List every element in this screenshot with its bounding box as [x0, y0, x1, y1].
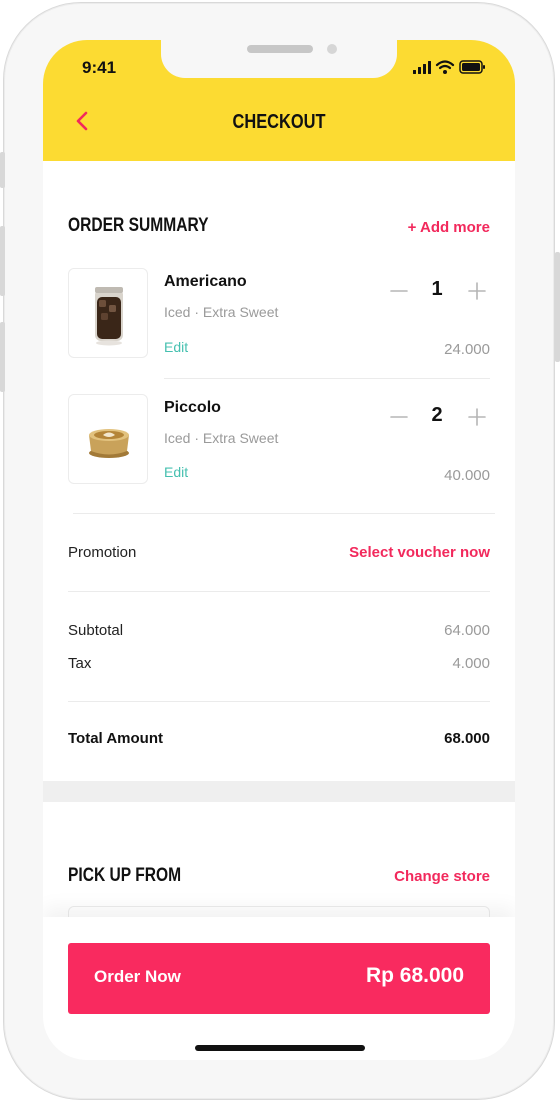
promotion-label: Promotion [68, 544, 137, 561]
add-more-link[interactable]: + Add more [408, 219, 490, 236]
select-voucher-link[interactable]: Select voucher now [349, 544, 490, 561]
total-amount-value: 68.000 [444, 730, 490, 747]
plus-icon[interactable] [466, 280, 488, 302]
item-quantity: 2 [431, 404, 443, 426]
power-button [555, 252, 560, 362]
item-options: Iced · Extra Sweet [164, 430, 279, 446]
order-total-value: Rp 68.000 [365, 964, 464, 987]
signal-icon [413, 61, 431, 74]
piccolo-cup-image [89, 429, 129, 458]
minus-icon[interactable] [388, 280, 410, 302]
item-options: Iced · Extra Sweet [164, 304, 279, 320]
notch [161, 40, 397, 78]
volume-down-button [0, 322, 5, 392]
plus-icon[interactable] [466, 406, 488, 428]
order-now-button[interactable]: Order Now Rp 68.000 [68, 943, 490, 1014]
item-quantity: 1 [431, 278, 443, 300]
wifi-dot [443, 70, 447, 74]
order-now-label: Order Now [94, 967, 181, 986]
pickup-title: PICK UP FROM [68, 865, 182, 886]
battery-icon [459, 60, 485, 74]
section-divider [73, 513, 495, 514]
edit-item-link[interactable]: Edit [164, 339, 188, 355]
header: 9:41 CHECKOUT [43, 40, 515, 161]
item-divider [164, 378, 490, 379]
volume-up-button [0, 226, 5, 296]
item-thumbnail [68, 394, 148, 484]
tax-value: 4.000 [452, 655, 490, 672]
item-thumbnail [68, 268, 148, 358]
speaker [247, 45, 313, 53]
iced-americano-image [95, 287, 123, 346]
order-summary-card: ORDER SUMMARY + Add more Americano Iced … [43, 161, 515, 781]
section-divider [68, 591, 490, 592]
edit-item-link[interactable]: Edit [164, 464, 188, 480]
item-name: Piccolo [164, 399, 221, 416]
camera [327, 44, 337, 54]
order-summary-title: ORDER SUMMARY [68, 215, 209, 236]
status-icons [413, 60, 485, 74]
item-price: 40.000 [444, 467, 490, 484]
wifi-icon [435, 60, 455, 70]
item-price: 24.000 [444, 341, 490, 358]
total-amount-label: Total Amount [68, 730, 163, 747]
change-store-link[interactable]: Change store [394, 868, 490, 885]
page-title: CHECKOUT [232, 111, 326, 133]
minus-icon[interactable] [388, 406, 410, 428]
status-time: 9:41 [82, 58, 117, 77]
item-name: Americano [164, 273, 247, 290]
subtotal-label: Subtotal [68, 622, 124, 639]
subtotal-value: 64.000 [444, 622, 490, 639]
app-screen: 9:41 CHECKOUT ORDER SUMMARY + Add more A… [43, 40, 515, 1060]
home-indicator [195, 1045, 365, 1051]
section-divider [68, 701, 490, 702]
tax-label: Tax [68, 655, 92, 672]
mute-switch [0, 152, 5, 188]
